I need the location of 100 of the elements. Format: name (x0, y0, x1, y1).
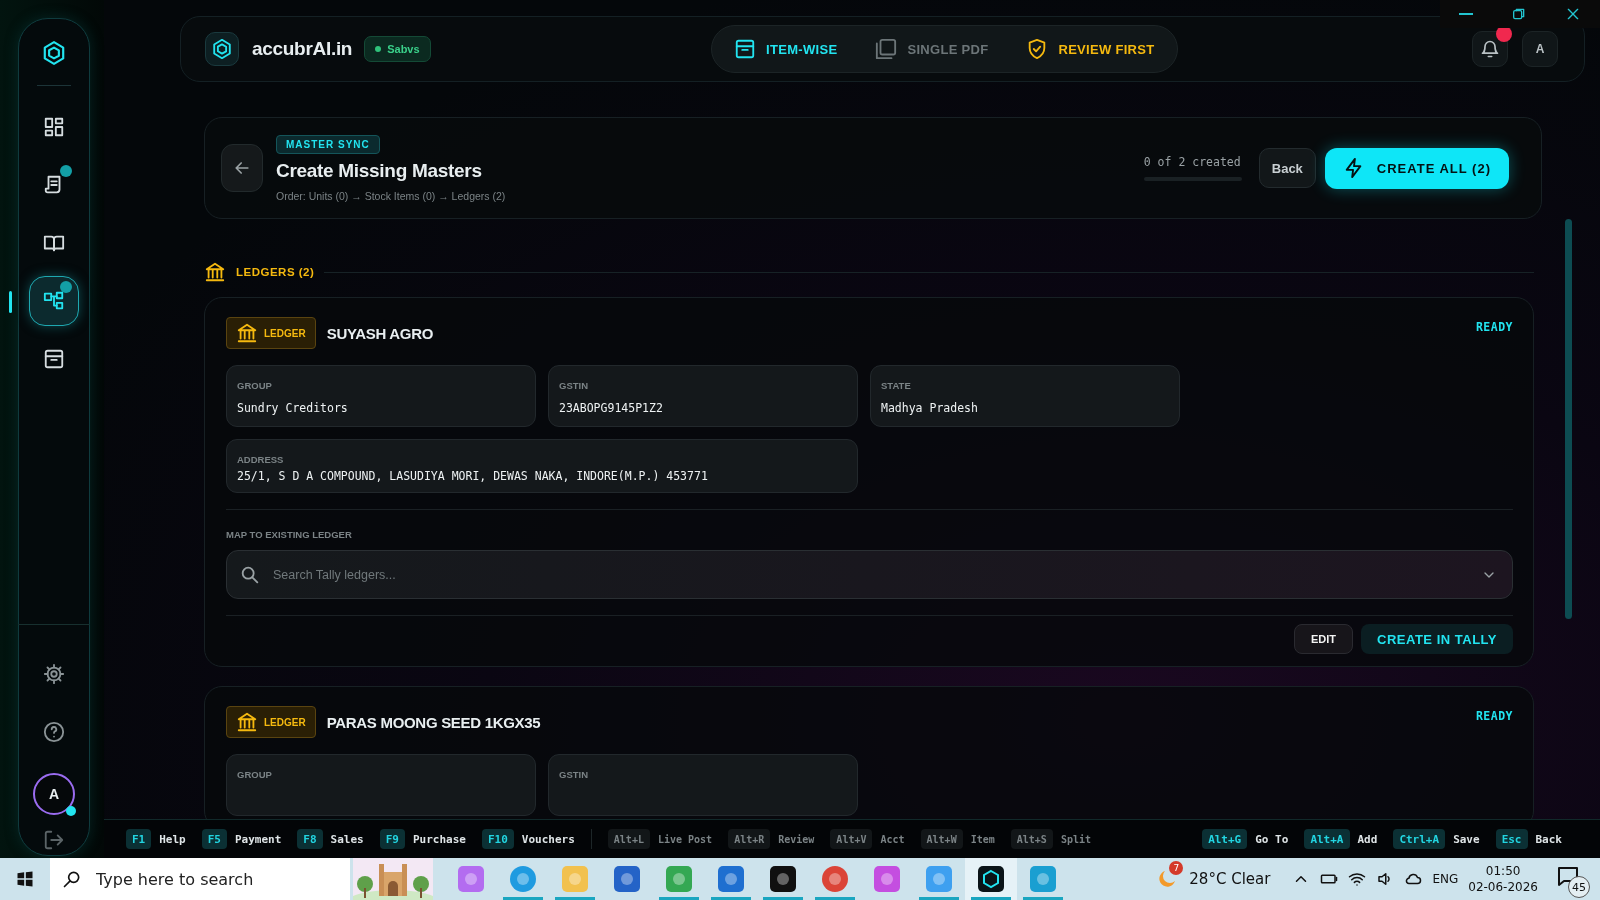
section-title: LEDGERS (2) (236, 266, 315, 278)
weather-badge: 7 (1169, 861, 1184, 875)
clock[interactable]: 01:50 02-06-2026 (1468, 862, 1538, 896)
search-input[interactable]: Type here to search (94, 868, 268, 890)
shortcut-label: Payment (235, 832, 282, 846)
page-title: Create Missing Masters (276, 159, 483, 182)
company-badge: Sabvs (364, 36, 431, 62)
shortcut-label: Item (970, 833, 995, 845)
shortcut-key[interactable]: Alt+V (830, 829, 873, 849)
shortcut-label: Live Post (657, 833, 713, 845)
shortcut-key[interactable]: F10 (481, 829, 514, 849)
cube-logo-icon (41, 40, 67, 66)
app-icon (872, 864, 902, 894)
shortcut-label: Add (1357, 832, 1378, 846)
field-label: GROUP (237, 769, 273, 780)
shortcut-label: Save (1453, 832, 1480, 846)
mode-tab[interactable]: REVIEW FIRST (1026, 38, 1155, 60)
field-label: GROUP (237, 380, 273, 391)
ledger-name: PARAS MOONG SEED 1KGX35 (326, 713, 541, 731)
app-icon (924, 864, 954, 894)
pdf-icon (875, 38, 898, 60)
status-label: READY (1475, 709, 1513, 723)
archive-icon (43, 348, 65, 370)
online-dot (66, 806, 76, 816)
mode-tab[interactable]: ITEM-WISE (734, 38, 838, 60)
search-dropdown[interactable]: Search Tally ledgers... (226, 550, 1513, 599)
settings-icon (43, 663, 65, 685)
app-icon (768, 864, 798, 894)
bank-icon (236, 711, 258, 733)
bank-icon (204, 261, 226, 283)
language-indicator[interactable]: ENG (1432, 872, 1459, 886)
field-label: GSTIN (559, 380, 590, 391)
shortcut-key[interactable]: Alt+L (607, 829, 650, 849)
shortcut-key[interactable]: F5 (201, 829, 227, 849)
app-icon (716, 864, 746, 894)
shortcut-key[interactable]: Alt+S (1010, 829, 1053, 849)
shortcut-key[interactable]: Esc (1495, 829, 1528, 849)
shortcut-key[interactable]: F8 (297, 829, 323, 849)
app-icon (1028, 864, 1058, 894)
field-label: STATE (881, 380, 912, 391)
shortcut-label: Vouchers (521, 832, 575, 846)
avatar[interactable]: A (33, 773, 75, 815)
logout-icon (43, 829, 65, 851)
archive-icon (734, 38, 757, 60)
close-icon (1565, 6, 1581, 22)
field-label: GSTIN (559, 769, 590, 780)
shortcut-label: Go To (1255, 832, 1289, 846)
field-label: MAP TO EXISTING LEDGER (226, 529, 353, 540)
ledger-badge: LEDGER (226, 317, 316, 349)
mode-tab[interactable]: SINGLE PDF (875, 38, 989, 60)
shortcut-label: Acct (880, 833, 905, 845)
app-icon (560, 864, 590, 894)
restore-icon (1511, 6, 1527, 22)
app-icon (976, 864, 1006, 894)
shortcut-key[interactable]: F9 (379, 829, 405, 849)
help-icon (43, 721, 65, 743)
search-input[interactable]: Search Tally ledgers... (271, 566, 1471, 583)
ledger-badge: LEDGER (226, 706, 316, 738)
shortcut-key[interactable]: Alt+W (920, 829, 963, 849)
create-button[interactable]: CREATE IN TALLY (1361, 624, 1513, 654)
shortcut-key[interactable]: F1 (126, 829, 152, 849)
avatar-button[interactable]: A (1522, 31, 1558, 67)
brand-name: accubrAI.in (252, 38, 353, 60)
field-value: 23ABOPG9145P1Z2 (559, 401, 664, 415)
bank-icon (236, 322, 258, 344)
taskbar-search[interactable]: Type here to search (50, 858, 350, 900)
shortcut-label: Help (159, 832, 186, 846)
subtitle: Order: Units (0) → Stock Items (0) → Ledgers (2) (276, 189, 506, 202)
bell-icon (1480, 39, 1500, 59)
shortcut-key[interactable]: Alt+R (728, 829, 771, 849)
field-value: Sundry Creditors (237, 401, 349, 415)
shortcut-key[interactable]: Ctrl+A (1393, 829, 1446, 849)
create-all-button[interactable]: CREATE ALL (2) (1324, 147, 1509, 189)
field-label: ADDRESS (237, 454, 285, 465)
tag: MASTER SYNC (276, 134, 380, 154)
dashboard-icon (43, 116, 65, 138)
badge-dot (60, 281, 72, 293)
cube-logo-icon (211, 38, 233, 60)
shortcut-label: Review (778, 833, 815, 845)
back-button[interactable]: Back (1258, 148, 1316, 188)
shortcut-label: Split (1060, 833, 1091, 845)
search-icon (62, 869, 82, 889)
scrollbar[interactable] (1565, 219, 1572, 619)
shortcut-key[interactable]: Alt+G (1202, 829, 1248, 849)
hierarchy-icon (43, 290, 65, 312)
wifi-icon (1348, 870, 1367, 888)
taskbar-app[interactable] (965, 858, 1017, 900)
field-value: Madhya Pradesh (881, 401, 979, 415)
app-icon (612, 864, 642, 894)
shortcut-label: Sales (330, 832, 364, 846)
windows-icon (15, 869, 35, 889)
progress-text: 0 of 2 created (1143, 155, 1242, 169)
weather-text: 28°C Clear (1189, 870, 1271, 888)
badge-dot (60, 165, 72, 177)
ledger-name: SUYASH AGRO (326, 324, 434, 342)
shortcut-key[interactable]: Alt+A (1304, 829, 1350, 849)
shortcut-label: Back (1535, 832, 1562, 846)
app-icon (456, 864, 486, 894)
edit-button[interactable]: EDIT (1294, 624, 1354, 654)
back-arrow-button[interactable] (221, 144, 263, 192)
